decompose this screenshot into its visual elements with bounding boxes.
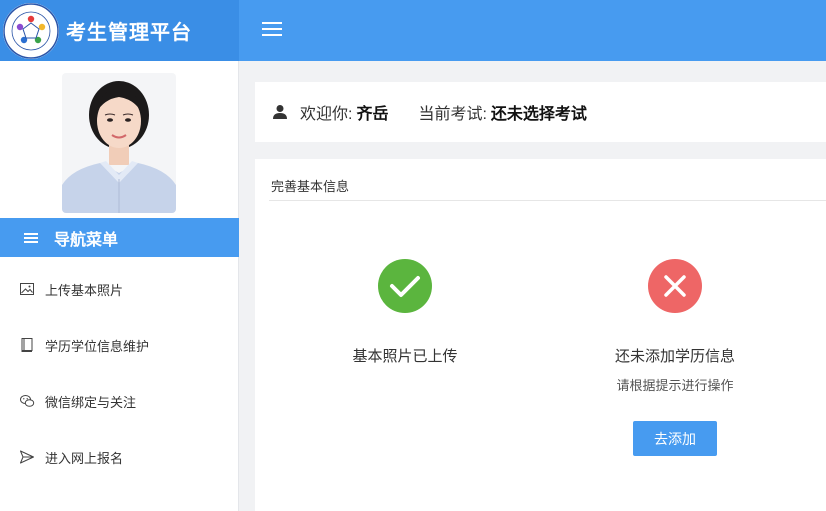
sidebar-item-upload-photo[interactable]: 上传基本照片 bbox=[0, 261, 239, 317]
nav-header: 导航菜单 bbox=[0, 218, 239, 257]
sidebar: 导航菜单 上传基本照片 学历学位信息维护 微信绑定与关注 进入网上报名 bbox=[0, 61, 239, 511]
nav-title: 导航菜单 bbox=[54, 231, 119, 249]
avatar bbox=[62, 73, 176, 213]
brand: 考生管理平台 bbox=[0, 0, 239, 61]
sidebar-item-education[interactable]: 学历学位信息维护 bbox=[0, 317, 239, 373]
add-education-button[interactable]: 去添加 bbox=[633, 421, 717, 456]
education-status-message: 还未添加学历信息 bbox=[614, 348, 735, 365]
sidebar-item-label: 学历学位信息维护 bbox=[45, 338, 150, 354]
top-bar: 考生管理平台 bbox=[0, 0, 826, 61]
user-icon bbox=[273, 105, 287, 119]
book-icon bbox=[21, 338, 33, 352]
card-title: 完善基本信息 bbox=[271, 179, 350, 194]
send-icon bbox=[20, 450, 34, 464]
user-name: 齐岳 bbox=[356, 106, 389, 123]
education-status-hint: 请根据提示进行操作 bbox=[616, 378, 734, 393]
welcome-bar: 欢迎你: 齐岳 当前考试: 还未选择考试 bbox=[255, 82, 826, 142]
divider bbox=[269, 200, 826, 201]
menu-toggle-icon[interactable] bbox=[262, 19, 286, 43]
greeting-label: 欢迎你: bbox=[300, 106, 353, 123]
sidebar-item-wechat[interactable]: 微信绑定与关注 bbox=[0, 373, 239, 429]
sidebar-item-label: 进入网上报名 bbox=[45, 450, 124, 466]
list-icon bbox=[24, 231, 38, 245]
check-circle-icon bbox=[378, 259, 432, 313]
photo-status-message: 基本照片已上传 bbox=[352, 348, 458, 365]
sidebar-item-online-registration[interactable]: 进入网上报名 bbox=[0, 429, 239, 485]
sidebar-item-label: 上传基本照片 bbox=[45, 282, 124, 298]
current-exam-value: 还未选择考试 bbox=[490, 106, 587, 123]
app-title: 考生管理平台 bbox=[66, 22, 192, 44]
image-icon bbox=[20, 283, 34, 295]
wechat-icon bbox=[20, 395, 35, 407]
photo-status: 基本照片已上传 bbox=[325, 259, 485, 366]
basic-info-card: 完善基本信息 基本照片已上传 还未添加学历信息 请根据提示进行操作 去添加 bbox=[255, 159, 826, 511]
close-circle-icon bbox=[648, 259, 702, 313]
education-status: 还未添加学历信息 请根据提示进行操作 bbox=[595, 259, 755, 394]
university-logo bbox=[3, 2, 59, 59]
current-exam-label: 当前考试: bbox=[418, 106, 487, 123]
sidebar-item-label: 微信绑定与关注 bbox=[45, 394, 137, 410]
